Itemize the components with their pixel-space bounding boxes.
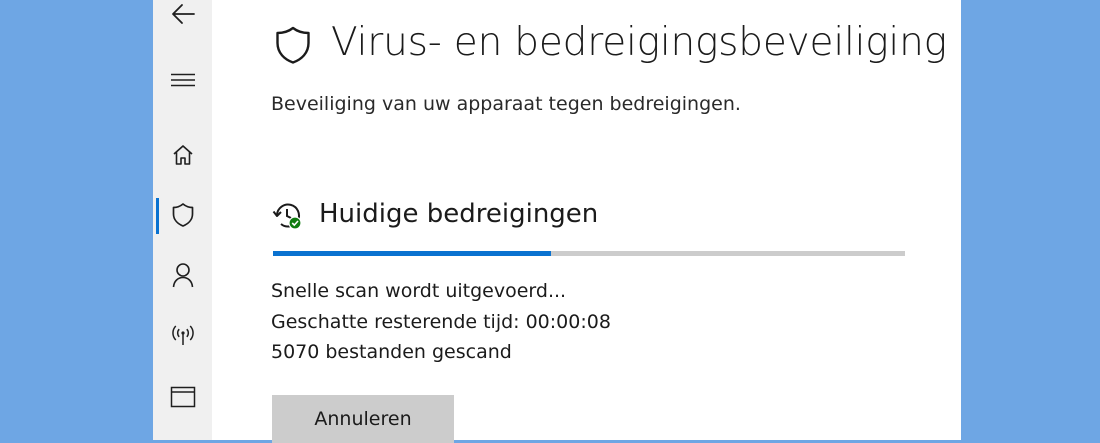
section-title: Huidige bedreigingen — [319, 199, 599, 229]
scan-progress-bar — [273, 251, 905, 256]
scan-status-text: Snelle scan wordt uitgevoerd... — [271, 280, 567, 302]
sidebar-nav — [153, 0, 212, 440]
shield-icon — [171, 202, 195, 228]
remaining-time-label: Geschatte resterende tijd: — [271, 311, 520, 333]
scan-progress-fill — [273, 251, 552, 256]
cancel-button[interactable]: Annuleren — [272, 395, 454, 443]
shield-outline-icon — [274, 25, 312, 69]
wireless-signal-icon — [170, 323, 196, 347]
page-subtitle: Beveiliging van uw apparaat tegen bedrei… — [271, 93, 741, 115]
sidebar-item-app-browser-control[interactable] — [153, 375, 212, 419]
hamburger-menu-icon — [170, 73, 196, 87]
security-app-window: Virus- en bedreigingsbeveiliging Beveili… — [153, 0, 961, 443]
app-window-icon — [170, 386, 196, 408]
home-icon — [171, 143, 195, 167]
remaining-time-line: Geschatte resterende tijd: 00:00:08 — [271, 311, 611, 333]
scanned-files-label: bestanden gescand — [325, 341, 512, 363]
scanned-files-count: 5070 — [271, 341, 320, 363]
menu-button[interactable] — [153, 58, 212, 102]
sidebar-item-home[interactable] — [153, 133, 212, 177]
back-button[interactable] — [153, 0, 212, 36]
sidebar-item-account-protection[interactable] — [153, 253, 212, 297]
remaining-time-value: 00:00:08 — [525, 311, 611, 333]
back-arrow-icon — [170, 3, 196, 25]
main-content: Virus- en bedreigingsbeveiliging Beveili… — [212, 0, 961, 443]
page-title: Virus- en bedreigingsbeveiliging — [331, 20, 947, 65]
person-icon — [171, 262, 195, 288]
scanned-files-line: 5070 bestanden gescand — [271, 341, 512, 363]
scan-history-check-icon — [272, 200, 304, 236]
sidebar-item-virus-protection[interactable] — [153, 193, 212, 237]
sidebar-item-firewall-network[interactable] — [153, 313, 212, 357]
